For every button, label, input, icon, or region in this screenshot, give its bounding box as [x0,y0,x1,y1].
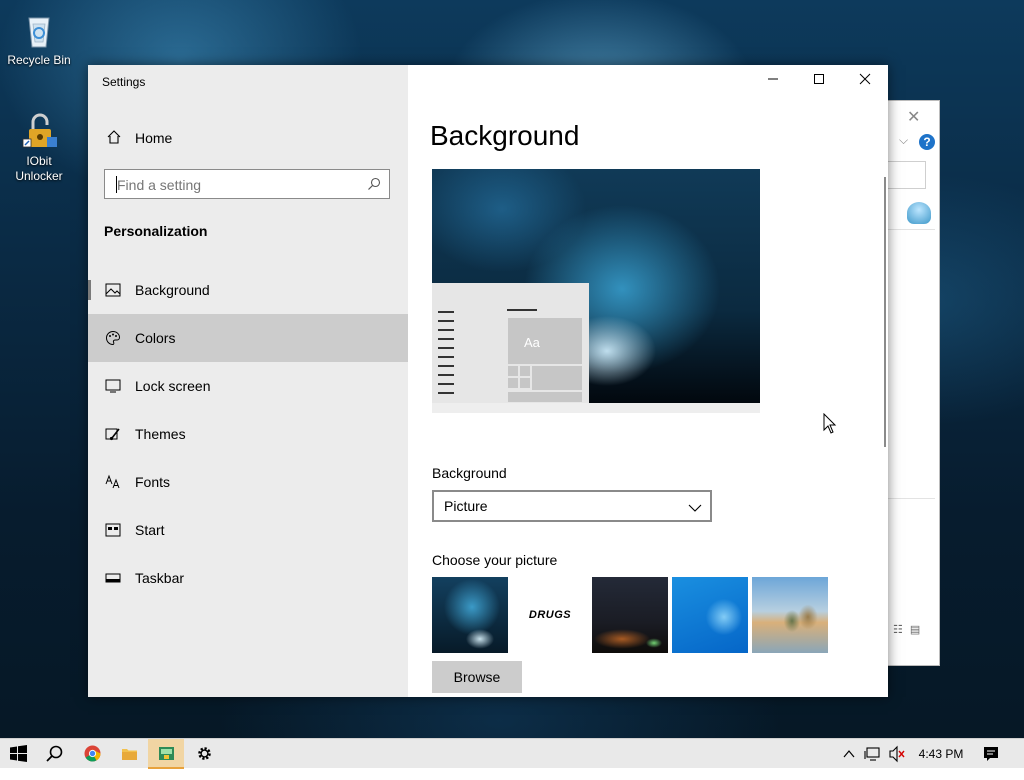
taskbar: 4:43 PM [0,738,1024,769]
nav-item-label: Fonts [135,474,171,490]
monitor-icon [105,378,121,394]
start-button[interactable] [0,739,36,769]
file-explorer-icon [121,745,138,762]
nav-item-label: Background [135,282,210,298]
recycle-bin-shortcut[interactable]: Recycle Bin [4,10,74,68]
nav-item-label: Colors [135,330,176,346]
preview-taskbar [432,403,760,413]
network-icon[interactable] [864,739,884,769]
chevron-up-icon[interactable] [842,739,858,769]
mouse-pointer-icon [823,412,837,435]
thumbnail-beach-rocks[interactable] [752,577,828,653]
divider [887,229,935,230]
taskbar-icon [105,570,121,586]
choose-picture-label: Choose your picture [432,552,558,568]
shell-icon[interactable] [907,202,931,224]
settings-content: Background Aa Background Picture Choose … [408,65,888,697]
nav-item-colors[interactable]: Colors [88,314,408,362]
search-input[interactable]: Find a setting [104,169,390,199]
taskbar-active-app[interactable] [148,739,184,769]
recycle-bin-icon [19,10,59,50]
iobit-unlocker-label: IObit Unlocker [15,154,63,183]
settings-sidebar: Settings Home Find a setting Personaliza… [88,65,408,697]
select-value: Picture [444,498,488,514]
start-icon [10,745,27,762]
nav-home-label: Home [135,130,173,146]
nav-item-themes[interactable]: Themes [88,410,408,458]
nav-item-start[interactable]: Start [88,506,408,554]
nav-item-taskbar[interactable]: Taskbar [88,554,408,602]
preview-window-mockup: Aa [432,283,589,403]
clock-time[interactable]: 4:43 PM [916,739,966,769]
window-title: Settings [102,75,146,89]
background-preview: Aa [432,169,760,403]
nav-item-label: Taskbar [135,570,185,586]
nav-item-lock-screen[interactable]: Lock screen [88,362,408,410]
recycle-bin-label: Recycle Bin [7,53,71,67]
font-icon [105,474,121,490]
action-center-icon[interactable] [982,739,1002,769]
personalization-nav: Background Colors Lock screen Themes Fon… [88,266,408,602]
help-icon[interactable]: ? [919,134,935,150]
taskbar-chrome[interactable] [74,739,110,769]
browse-button[interactable]: Browse [432,661,522,693]
nav-item-background[interactable]: Background [88,266,408,314]
chevron-down-icon [688,500,702,512]
nav-item-label: Themes [135,426,186,442]
background-type-label: Background [432,465,507,481]
home-icon [106,129,122,145]
background-type-select[interactable]: Picture [432,490,712,522]
address-field[interactable] [887,161,926,189]
taskbar-file-explorer[interactable] [111,739,147,769]
nav-item-label: Start [135,522,165,538]
section-title: Personalization [104,223,208,239]
preview-sample-text: Aa [524,335,540,350]
start-icon [105,522,121,538]
divider [887,498,935,499]
page-title: Background [430,120,580,151]
settings-gear-icon [196,745,213,762]
thumbnail-night-sky-tent[interactable] [592,577,668,653]
palette-icon [105,330,121,346]
nav-item-fonts[interactable]: Fonts [88,458,408,506]
taskbar-search-button[interactable] [36,739,72,769]
taskbar-settings[interactable] [186,739,222,769]
thumbnail-windows-blue[interactable] [672,577,748,653]
search-icon[interactable] [367,177,381,191]
nav-item-label: Lock screen [135,378,211,394]
chevron-down-icon[interactable]: ⌵ [899,133,908,148]
iobit-unlocker-icon [19,111,59,151]
brush-icon [105,426,121,442]
search-placeholder: Find a setting [117,177,202,193]
search-icon [46,745,63,762]
app-icon [158,745,175,762]
scrollbar[interactable] [884,177,886,447]
thumbnail-drugs-text[interactable]: DRUGS [512,577,588,653]
settings-window[interactable]: Settings Home Find a setting Personaliza… [88,65,888,697]
view-toggle-icons[interactable]: ☷ ▤ [893,623,922,636]
volume-muted-icon[interactable] [888,739,908,769]
thumbnail-ice-cave[interactable] [432,577,508,653]
background-window[interactable]: ✕ ⌵ ? ☷ ▤ [886,100,940,666]
picture-icon [105,282,121,298]
nav-home[interactable]: Home [88,122,408,154]
chrome-icon [84,745,101,762]
close-icon[interactable]: ✕ [907,107,920,127]
iobit-unlocker-shortcut[interactable]: IObit Unlocker [4,111,74,184]
